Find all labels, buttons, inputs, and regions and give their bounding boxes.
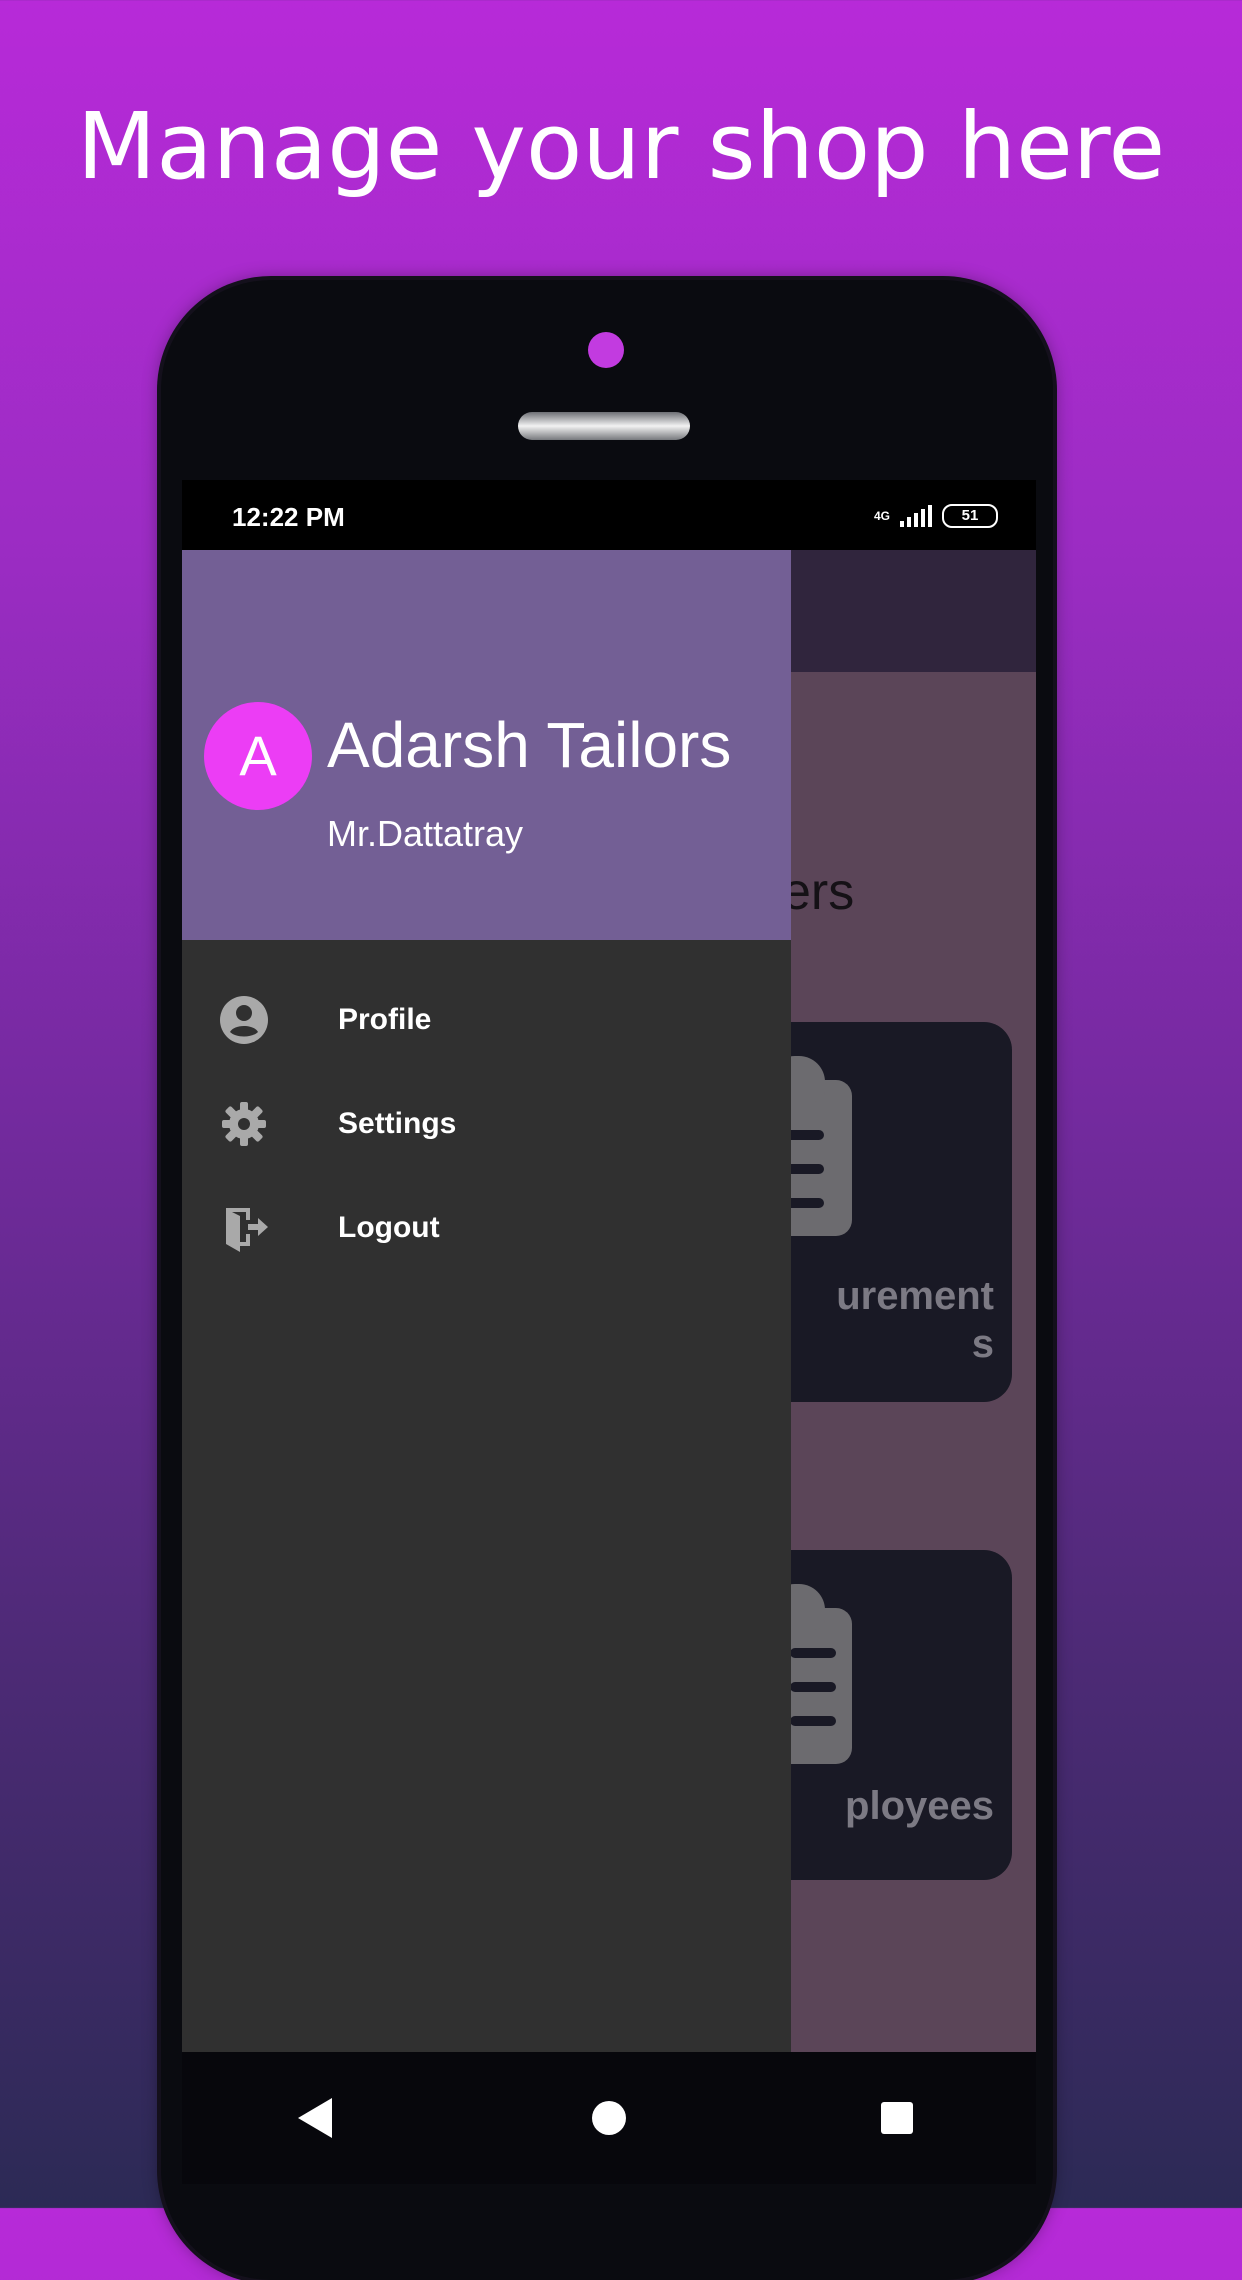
- status-time: 12:22 PM: [232, 502, 345, 532]
- menu-item-label: Settings: [338, 1107, 457, 1140]
- section-heading: ers: [782, 863, 855, 921]
- network-label: 4G: [873, 509, 890, 523]
- drawer-menu: Profile Settings Logout: [182, 968, 791, 1280]
- menu-item-label: Profile: [338, 1003, 432, 1036]
- avatar: A: [204, 702, 312, 810]
- front-camera: [588, 332, 624, 368]
- menu-item-settings[interactable]: Settings: [182, 1072, 791, 1176]
- battery-icon: 51: [942, 504, 998, 528]
- marketing-headline: Manage your shop here: [76, 93, 1166, 200]
- signal-icon: [900, 505, 932, 527]
- gear-icon: [218, 1098, 270, 1150]
- status-icons: 4G 51: [874, 504, 998, 528]
- back-icon: [248, 2098, 388, 2188]
- owner-name: Mr.Dattatray: [327, 813, 524, 854]
- menu-item-logout[interactable]: Logout: [182, 1176, 791, 1280]
- back-button[interactable]: [248, 2052, 388, 2184]
- recents-icon: [827, 2102, 967, 2188]
- battery-level: 51: [961, 507, 979, 524]
- status-bar: 12:22 PM 4G 51: [182, 480, 1036, 550]
- menu-item-profile[interactable]: Profile: [182, 968, 791, 1072]
- earpiece-speaker: [518, 412, 690, 440]
- system-navigation-bar: [182, 2052, 1036, 2184]
- home-icon: [539, 2101, 679, 2188]
- profile-icon: [218, 994, 270, 1046]
- logout-icon: [218, 1202, 270, 1254]
- drawer-header: A Adarsh Tailors Mr.Dattatray: [182, 550, 791, 940]
- shop-name: Adarsh Tailors: [327, 709, 732, 781]
- menu-item-label: Logout: [338, 1211, 440, 1244]
- home-button[interactable]: [539, 2052, 679, 2184]
- navigation-drawer: A Adarsh Tailors Mr.Dattatray Profile Se…: [182, 550, 791, 2052]
- phone-screen: 12:22 PM 4G 51 ers urement s ployees A A…: [182, 480, 1036, 2052]
- recents-button[interactable]: [827, 2052, 967, 2184]
